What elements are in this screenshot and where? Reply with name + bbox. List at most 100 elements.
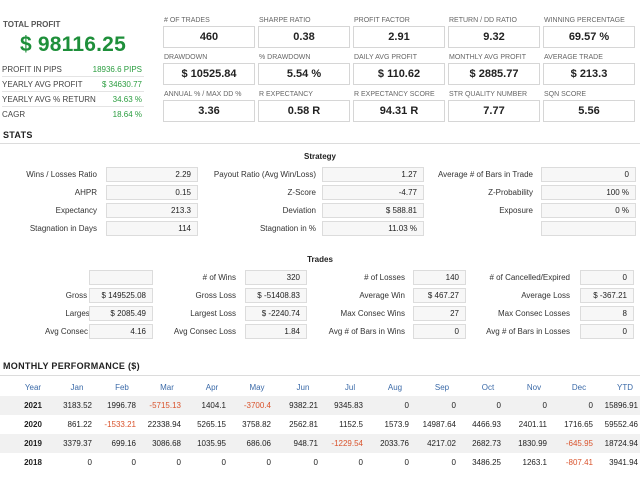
metric-card: R EXPECTANCY 0.58 R — [258, 91, 350, 123]
monthly-title: MONTHLY PERFORMANCE ($) — [3, 361, 140, 371]
stat-label: Expectancy — [55, 206, 97, 215]
month-cell: 0 — [266, 458, 271, 467]
column-header: Feb — [115, 383, 129, 392]
metric-card: DRAWDOWN $ 10525.84 — [163, 54, 255, 86]
metric-value: 94.31 R — [353, 100, 445, 122]
month-cell: 3183.52 — [63, 401, 92, 410]
metric-label: # OF TRADES — [164, 17, 210, 24]
metric-card: R EXPECTANCY SCORE 94.31 R — [353, 91, 445, 123]
month-cell: 2562.81 — [289, 420, 318, 429]
metric-label: R EXPECTANCY — [259, 91, 313, 98]
stat-value: 0 — [580, 270, 634, 285]
stat-label: Average # of Bars in Trade — [437, 170, 533, 179]
month-cell: 0 — [496, 401, 501, 410]
table-row: 2018 0 0 0 0 0 0 0 0 0 3486.25 1263.1 -807.41 3941.94 — [0, 453, 640, 472]
stat-value: 2.29 — [106, 167, 198, 182]
column-header: Aug — [387, 383, 403, 392]
month-cell: 0 — [358, 458, 363, 467]
stat-label: # of Cancelled/Expired — [489, 273, 571, 282]
metric-label: RETURN / DD RATIO — [449, 17, 517, 24]
column-header: Jul — [344, 383, 356, 392]
stat-value: 1.27 — [322, 167, 424, 182]
month-cell: -645.95 — [565, 439, 593, 448]
metric-label: % DRAWDOWN — [259, 54, 311, 61]
stat-value: 1.84 — [245, 324, 307, 339]
ytd-cell: 59552.46 — [604, 420, 638, 429]
stat-value: $ -51408.83 — [245, 288, 307, 303]
table-row: 2020 861.22 -1533.21 22338.94 5265.15 3758.82… — [0, 415, 640, 434]
month-cell: 4217.02 — [427, 439, 456, 448]
month-cell: -3700.4 — [243, 401, 271, 410]
metric-card: % DRAWDOWN 5.54 % — [258, 54, 350, 86]
stat-label: Gross Loss — [195, 291, 236, 300]
stat-label: Max Consec Wins — [340, 309, 405, 318]
month-cell: 1830.99 — [518, 439, 547, 448]
stat-label: AHPR — [74, 188, 97, 197]
column-header: Jun — [296, 383, 310, 392]
stat-value: $ 467.27 — [413, 288, 466, 303]
stat-value: 0 — [541, 167, 636, 182]
stat-label: Payout Ratio (Avg Win/Loss) — [213, 170, 316, 179]
divider — [2, 106, 144, 107]
metric-card: SHARPE RATIO 0.38 — [258, 17, 350, 49]
stat-value: $ 2085.49 — [89, 306, 153, 321]
metric-label: R EXPECTANCY SCORE — [354, 91, 435, 98]
month-cell: 2401.11 — [518, 420, 547, 429]
column-header: Apr — [205, 383, 219, 392]
stat-value: 320 — [245, 270, 307, 285]
metric-card: STR QUALITY NUMBER 7.77 — [448, 91, 540, 123]
month-cell: 1263.1 — [522, 458, 547, 467]
stat-label: Average Win — [359, 291, 405, 300]
total-profit-label: TOTAL PROFIT — [3, 20, 61, 29]
stat-label: Z-Score — [287, 188, 316, 197]
month-cell: 0 — [313, 458, 318, 467]
metric-label: DRAWDOWN — [164, 54, 208, 61]
stat-value: 8 — [580, 306, 634, 321]
metric-label: STR QUALITY NUMBER — [449, 91, 528, 98]
stat-value — [541, 221, 636, 236]
month-cell: 3758.82 — [242, 420, 271, 429]
month-cell: 3379.37 — [63, 439, 92, 448]
stat-value: 0 % — [541, 203, 636, 218]
month-cell: 1996.78 — [107, 401, 136, 410]
month-cell: 0 — [221, 458, 226, 467]
column-header: Jan — [70, 383, 84, 392]
month-cell: 0 — [87, 458, 92, 467]
stat-label: Avg # of Bars in Wins — [328, 327, 405, 336]
month-cell: 0 — [404, 401, 409, 410]
metric-card: PROFIT FACTOR 2.91 — [353, 17, 445, 49]
summary-row-label: YEARLY AVG PROFIT — [2, 80, 83, 89]
column-header: Dec — [571, 383, 587, 392]
trades-title: Trades — [307, 255, 333, 264]
month-cell: 1573.9 — [384, 420, 409, 429]
year-cell: 2021 — [24, 401, 42, 410]
stat-value: 0.15 — [106, 185, 198, 200]
metric-card: SQN SCORE 5.56 — [543, 91, 635, 123]
month-cell: 0 — [451, 401, 456, 410]
stat-label: Average Loss — [521, 291, 570, 300]
month-cell: 699.16 — [111, 439, 136, 448]
stat-value: 0 — [413, 324, 466, 339]
metric-card: # OF TRADES 460 — [163, 17, 255, 49]
month-cell: 0 — [588, 401, 593, 410]
month-cell: 5265.15 — [197, 420, 226, 429]
metric-value: 3.36 — [163, 100, 255, 122]
metric-value: 460 — [163, 26, 255, 48]
month-cell: 0 — [176, 458, 181, 467]
stat-label: Avg Consec Loss — [173, 327, 236, 336]
column-header: Year — [24, 383, 42, 392]
ytd-cell: 3941.94 — [609, 458, 638, 467]
stat-value: 4.16 — [89, 324, 153, 339]
month-cell: 1404.1 — [201, 401, 226, 410]
divider — [0, 143, 640, 144]
column-header: Sep — [434, 383, 450, 392]
stat-value: 213.3 — [106, 203, 198, 218]
strategy-title: Strategy — [303, 152, 336, 161]
metric-value: 9.32 — [448, 26, 540, 48]
month-cell: -807.41 — [565, 458, 593, 467]
month-cell: 0 — [404, 458, 409, 467]
stat-value: 11.03 % — [322, 221, 424, 236]
stat-value: 100 % — [541, 185, 636, 200]
stat-value — [89, 270, 153, 285]
metric-value: 7.77 — [448, 100, 540, 122]
